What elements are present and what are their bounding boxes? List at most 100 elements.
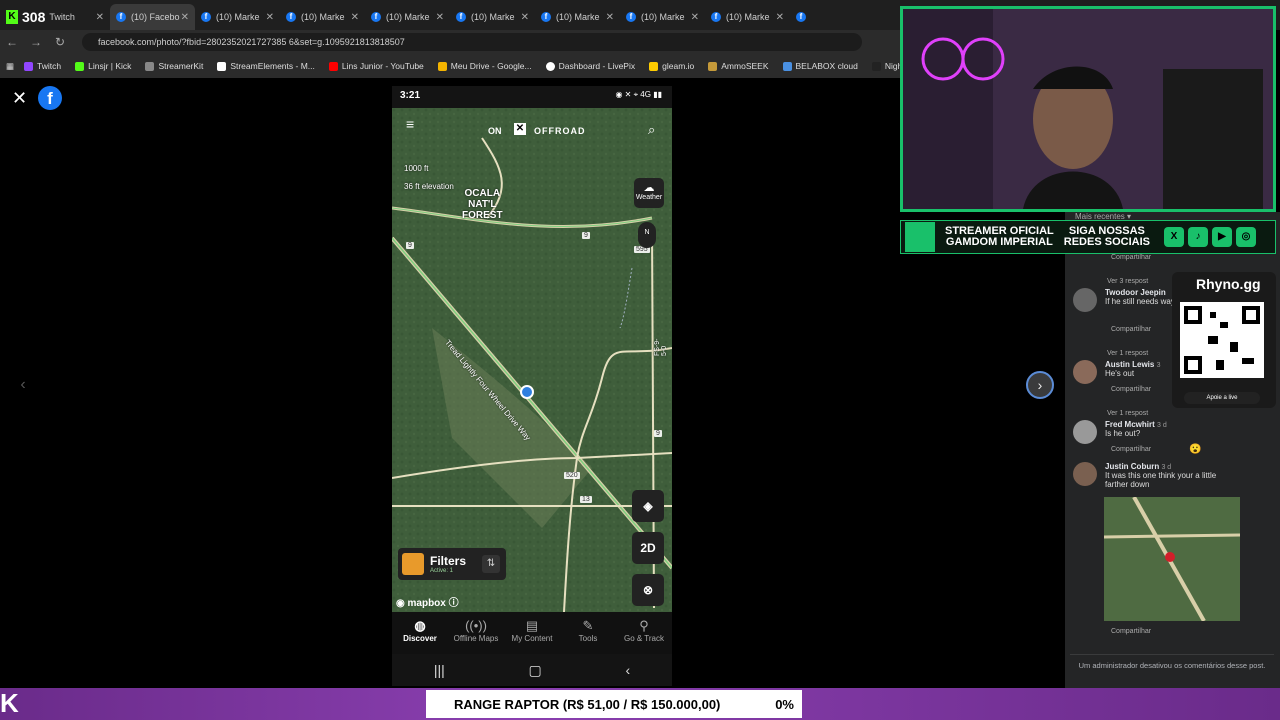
view-2d-button[interactable]: 2D xyxy=(632,532,664,564)
tab-marketplace[interactable]: f (10) Marke ✕ xyxy=(365,4,450,30)
comment-author[interactable]: Twodoor Jeepin xyxy=(1105,288,1175,297)
bookmark-youtube[interactable]: Lins Junior - YouTube xyxy=(328,61,424,71)
view-replies[interactable]: Ver 3 respost xyxy=(1107,278,1148,285)
bookmark-twitch[interactable]: Twitch xyxy=(24,61,61,71)
close-viewer-icon[interactable]: ✕ xyxy=(12,88,27,109)
filters-title: Filters xyxy=(430,554,467,568)
back-icon[interactable]: ‹ xyxy=(625,662,630,678)
bookmark-label: Linsjr | Kick xyxy=(88,61,132,71)
tab-marketplace[interactable]: f (10) Marke ✕ xyxy=(705,4,790,30)
tab-marketplace[interactable]: f (10) Marke ✕ xyxy=(535,4,620,30)
recents-icon[interactable]: ||| xyxy=(434,662,445,678)
map-view[interactable]: ≡ ON ✕ OFFROAD ⌕ 1000 ft 36 ft elevation… xyxy=(392,108,672,612)
tab-label: (10) Facebo xyxy=(131,12,180,22)
goal-ticker: RANGE RAPTOR (R$ 51,00 / R$ 150.000,00) … xyxy=(426,690,802,718)
phone-time: 3:21 xyxy=(400,90,421,101)
rhyno-qr-overlay: Rhyno.gg Apoie a live xyxy=(1172,272,1276,408)
share-action[interactable]: Compartilhar xyxy=(1111,628,1151,635)
close-tab-icon[interactable]: ✕ xyxy=(96,12,104,23)
tab-facebook[interactable]: f (10) Facebo ✕ xyxy=(110,4,195,30)
livepix-icon xyxy=(545,61,555,71)
locate-button[interactable]: ⊗ xyxy=(632,574,664,606)
nav-go-track[interactable]: ⚲ Go & Track xyxy=(616,612,672,654)
nav-label: Go & Track xyxy=(623,634,664,643)
close-tab-icon[interactable]: ✕ xyxy=(691,12,699,23)
tab-marketplace[interactable]: f (10) Marke ✕ xyxy=(195,4,280,30)
bookmarks-bar: ▦ Twitch Linsjr | Kick StreamerKit Strea… xyxy=(0,54,900,78)
kick-icon xyxy=(75,61,85,71)
bookmark-livepix[interactable]: Dashboard - LivePix xyxy=(545,61,635,71)
comment-author[interactable]: Fred Mcwhirt xyxy=(1105,420,1155,429)
comment-attached-map-image[interactable] xyxy=(1104,497,1240,621)
facebook-logo-icon[interactable]: f xyxy=(38,86,62,110)
nav-discover[interactable]: ◍ Discover xyxy=(392,612,448,654)
comment-author[interactable]: Austin Lewis xyxy=(1105,360,1154,369)
bookmark-kick[interactable]: Linsjr | Kick xyxy=(75,61,131,71)
tab-twitch[interactable]: K 308 Twitch ✕ xyxy=(0,4,110,30)
tab-label: (10) Marke xyxy=(301,12,345,22)
share-action[interactable]: Compartilhar xyxy=(1111,254,1151,261)
close-tab-icon[interactable]: ✕ xyxy=(266,12,274,23)
bookmark-gleam[interactable]: gleam.io xyxy=(649,61,694,71)
layers-button[interactable]: ◈ xyxy=(632,490,664,522)
close-tab-icon[interactable]: ✕ xyxy=(181,12,189,23)
close-tab-icon[interactable]: ✕ xyxy=(776,12,784,23)
tab-marketplace[interactable]: f (10) Marke ✕ xyxy=(620,4,705,30)
close-tab-icon[interactable]: ✕ xyxy=(351,12,359,23)
info-icon[interactable]: ⓘ xyxy=(449,598,459,609)
comment-text: It was this one think your a little fart… xyxy=(1105,471,1217,489)
next-photo-icon[interactable]: › xyxy=(1026,371,1054,399)
reload-icon[interactable]: ↻ xyxy=(48,35,72,49)
share-action[interactable]: Compartilhar xyxy=(1111,386,1151,393)
bookmark-belabox[interactable]: BELABOX cloud xyxy=(782,61,858,71)
close-tab-icon[interactable]: ✕ xyxy=(436,12,444,23)
bookmark-streamerkit[interactable]: StreamerKit xyxy=(145,61,203,71)
tab-marketplace[interactable]: f xyxy=(790,4,830,30)
android-nav-bar: ||| ▢ ‹ xyxy=(392,654,672,686)
url-field[interactable]: facebook.com/photo/?fbid=280235202172738… xyxy=(82,33,862,51)
share-action[interactable]: Compartilhar xyxy=(1111,326,1151,333)
nav-offline-maps[interactable]: ((•)) Offline Maps xyxy=(448,612,504,654)
bookmark-ammoseek[interactable]: AmmoSEEK xyxy=(708,61,769,71)
nav-my-content[interactable]: ▤ My Content xyxy=(504,612,560,654)
comment-time: 3 xyxy=(1156,362,1161,369)
comment-author[interactable]: Justin Coburn xyxy=(1105,462,1159,471)
filters-button[interactable]: Filters Active: 1 ⇅ xyxy=(398,548,506,580)
mapbox-attribution: ◉ mapbox ⓘ xyxy=(396,594,459,609)
road-badge: 9 xyxy=(582,232,590,239)
close-tab-icon[interactable]: ✕ xyxy=(521,12,529,23)
forward-icon[interactable]: → xyxy=(24,35,48,49)
menu-icon[interactable]: ≡ xyxy=(406,116,428,134)
bookmark-nightbot[interactable]: Nightbot - Comm xyxy=(871,61,900,71)
bookmark-google-drive[interactable]: Meu Drive - Google... xyxy=(437,61,532,71)
tab-marketplace[interactable]: f (10) Marke ✕ xyxy=(280,4,365,30)
streamelements-icon xyxy=(217,61,227,71)
avatar[interactable] xyxy=(1073,420,1097,444)
nav-label: My Content xyxy=(511,634,553,643)
tab-marketplace[interactable]: f (10) Marke ✕ xyxy=(450,4,535,30)
comment-time: 3 d xyxy=(1157,422,1167,429)
apps-icon[interactable]: ▦ xyxy=(6,61,14,72)
previous-photo-icon[interactable]: ‹ xyxy=(10,372,36,398)
go-track-icon: ⚲ xyxy=(639,618,649,633)
avatar[interactable] xyxy=(1073,462,1097,486)
weather-label: Weather xyxy=(635,194,663,201)
view-replies[interactable]: Ver 1 respost xyxy=(1107,350,1148,357)
compass-button[interactable]: N xyxy=(638,222,656,248)
home-icon[interactable]: ▢ xyxy=(529,662,542,679)
search-icon[interactable]: ⌕ xyxy=(648,122,655,138)
filter-settings-icon[interactable]: ⇅ xyxy=(482,555,500,573)
bookmark-streamelements[interactable]: StreamElements - M... xyxy=(217,61,315,71)
youtube-icon: ▶ xyxy=(1211,227,1232,247)
facebook-icon: f xyxy=(541,12,551,22)
avatar[interactable] xyxy=(1073,360,1097,384)
back-icon[interactable]: ← xyxy=(0,35,24,49)
comment-text: Is he out? xyxy=(1105,429,1141,438)
avatar[interactable] xyxy=(1073,288,1097,312)
view-replies[interactable]: Ver 1 respost xyxy=(1107,410,1148,417)
weather-button[interactable]: ☁ Weather xyxy=(634,178,664,208)
close-tab-icon[interactable]: ✕ xyxy=(606,12,614,23)
phone-status-bar: 3:21 ◉ ✕ ⌖ 4G ▮▮ xyxy=(392,86,672,108)
share-action[interactable]: Compartilhar xyxy=(1111,446,1151,453)
nav-tools[interactable]: ✎ Tools xyxy=(560,612,616,654)
